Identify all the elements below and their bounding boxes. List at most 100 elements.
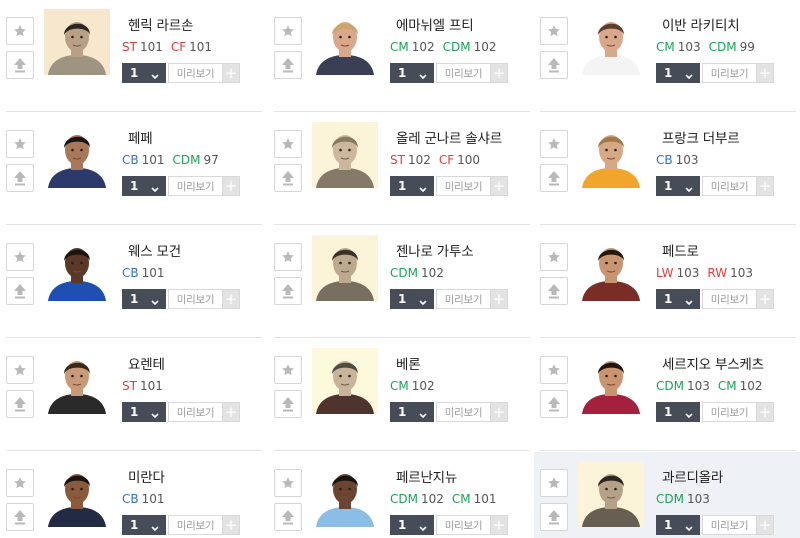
favorite-button[interactable] [6, 469, 34, 497]
player-portrait[interactable] [44, 235, 110, 301]
player-name[interactable]: 페드로 [662, 240, 699, 260]
upgrade-button[interactable] [6, 164, 34, 192]
level-select[interactable]: 1 [656, 63, 700, 83]
player-portrait[interactable] [312, 461, 378, 527]
player-name[interactable]: 요렌테 [128, 353, 165, 373]
player-name[interactable]: 올레 군나르 솔샤르 [396, 127, 502, 147]
player-card[interactable]: 미란다 CB 101 1 미리보기 + [0, 452, 266, 538]
upgrade-button[interactable] [540, 277, 568, 305]
level-select[interactable]: 1 [656, 402, 700, 422]
player-portrait[interactable] [312, 348, 378, 414]
player-portrait[interactable] [44, 122, 110, 188]
preview-button[interactable]: 미리보기 [702, 176, 756, 196]
level-select[interactable]: 1 [122, 63, 166, 83]
preview-button[interactable]: 미리보기 [168, 515, 222, 535]
upgrade-button[interactable] [6, 390, 34, 418]
player-name[interactable]: 페페 [128, 127, 153, 147]
preview-button[interactable]: 미리보기 [436, 289, 490, 309]
preview-button[interactable]: 미리보기 [436, 515, 490, 535]
preview-button[interactable]: 미리보기 [436, 176, 490, 196]
upgrade-button[interactable] [274, 503, 302, 531]
player-portrait[interactable] [44, 9, 110, 75]
player-name[interactable]: 젠나로 가투소 [396, 240, 474, 260]
favorite-button[interactable] [274, 356, 302, 384]
level-select[interactable]: 1 [656, 515, 700, 535]
preview-button[interactable]: 미리보기 [702, 289, 756, 309]
add-compare-button[interactable]: + [222, 63, 240, 83]
preview-button[interactable]: 미리보기 [168, 176, 222, 196]
level-select[interactable]: 1 [390, 515, 434, 535]
player-name[interactable]: 웨스 모건 [128, 240, 181, 260]
level-select[interactable]: 1 [390, 63, 434, 83]
player-card[interactable]: 페페 CB 101 CDM 97 1 미리보기 + [0, 113, 266, 225]
player-portrait[interactable] [578, 9, 644, 75]
favorite-button[interactable] [274, 130, 302, 158]
add-compare-button[interactable]: + [222, 515, 240, 535]
upgrade-button[interactable] [6, 503, 34, 531]
preview-button[interactable]: 미리보기 [436, 402, 490, 422]
player-card[interactable]: 올레 군나르 솔샤르 ST 102 CF 100 1 미리보기 + [268, 113, 534, 225]
add-compare-button[interactable]: + [756, 515, 774, 535]
player-portrait[interactable] [578, 122, 644, 188]
player-name[interactable]: 에마뉘엘 프티 [396, 14, 474, 34]
upgrade-button[interactable] [274, 390, 302, 418]
upgrade-button[interactable] [540, 503, 568, 531]
level-select[interactable]: 1 [656, 176, 700, 196]
player-card[interactable]: 페드로 LW 103 RW 103 1 미리보기 + [534, 226, 800, 338]
player-card[interactable]: 페르난지뉴 CDM 102 CM 101 1 미리보기 + [268, 452, 534, 538]
level-select[interactable]: 1 [390, 289, 434, 309]
favorite-button[interactable] [6, 17, 34, 45]
player-portrait[interactable] [44, 348, 110, 414]
add-compare-button[interactable]: + [756, 402, 774, 422]
player-card[interactable]: 이반 라키티치 CM 103 CDM 99 1 미리보기 + [534, 0, 800, 112]
player-portrait[interactable] [312, 122, 378, 188]
preview-button[interactable]: 미리보기 [702, 63, 756, 83]
player-name[interactable]: 프랑크 더부르 [662, 127, 740, 147]
player-name[interactable]: 페르난지뉴 [396, 466, 457, 486]
preview-button[interactable]: 미리보기 [168, 63, 222, 83]
preview-button[interactable]: 미리보기 [702, 515, 756, 535]
add-compare-button[interactable]: + [222, 402, 240, 422]
add-compare-button[interactable]: + [222, 289, 240, 309]
favorite-button[interactable] [6, 356, 34, 384]
add-compare-button[interactable]: + [222, 176, 240, 196]
preview-button[interactable]: 미리보기 [436, 63, 490, 83]
preview-button[interactable]: 미리보기 [168, 289, 222, 309]
preview-button[interactable]: 미리보기 [168, 402, 222, 422]
player-name[interactable]: 베론 [396, 353, 421, 373]
add-compare-button[interactable]: + [490, 515, 508, 535]
level-select[interactable]: 1 [390, 402, 434, 422]
add-compare-button[interactable]: + [756, 63, 774, 83]
favorite-button[interactable] [274, 469, 302, 497]
upgrade-button[interactable] [540, 51, 568, 79]
player-portrait[interactable] [312, 9, 378, 75]
favorite-button[interactable] [540, 469, 568, 497]
upgrade-button[interactable] [274, 164, 302, 192]
player-name[interactable]: 헨릭 라르손 [128, 14, 193, 34]
favorite-button[interactable] [6, 130, 34, 158]
player-card[interactable]: 세르지오 부스케츠 CDM 103 CM 102 1 미리보기 + [534, 339, 800, 451]
add-compare-button[interactable]: + [490, 289, 508, 309]
upgrade-button[interactable] [6, 277, 34, 305]
player-name[interactable]: 미란다 [128, 466, 165, 486]
upgrade-button[interactable] [6, 51, 34, 79]
player-portrait[interactable] [578, 235, 644, 301]
player-card[interactable]: 젠나로 가투소 CDM 102 1 미리보기 + [268, 226, 534, 338]
favorite-button[interactable] [274, 17, 302, 45]
player-card[interactable]: 과르디올라 CDM 103 1 미리보기 + [534, 452, 800, 538]
player-name[interactable]: 세르지오 부스케츠 [662, 353, 764, 373]
upgrade-button[interactable] [274, 51, 302, 79]
upgrade-button[interactable] [540, 390, 568, 418]
upgrade-button[interactable] [540, 164, 568, 192]
level-select[interactable]: 1 [122, 402, 166, 422]
favorite-button[interactable] [540, 243, 568, 271]
player-name[interactable]: 과르디올라 [662, 466, 723, 486]
player-portrait[interactable] [312, 235, 378, 301]
player-portrait[interactable] [578, 461, 644, 527]
player-portrait[interactable] [578, 348, 644, 414]
level-select[interactable]: 1 [122, 289, 166, 309]
player-card[interactable]: 요렌테 ST 101 1 미리보기 + [0, 339, 266, 451]
add-compare-button[interactable]: + [756, 289, 774, 309]
level-select[interactable]: 1 [122, 176, 166, 196]
level-select[interactable]: 1 [122, 515, 166, 535]
